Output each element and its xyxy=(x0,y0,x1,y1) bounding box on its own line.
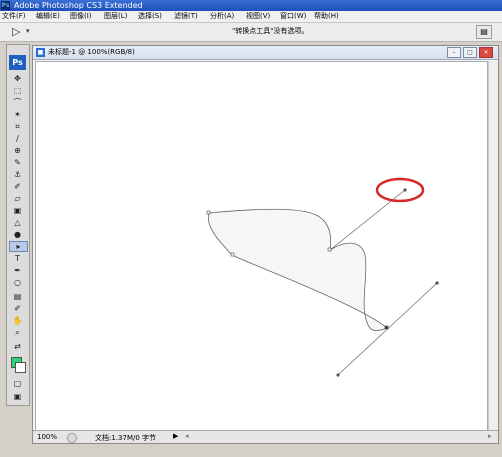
direction-handle[interactable] xyxy=(403,188,407,192)
direction-handle[interactable] xyxy=(435,281,439,285)
canvas-drawing xyxy=(206,177,439,377)
anchor-point-selected[interactable] xyxy=(384,325,389,330)
anchor-point[interactable] xyxy=(327,247,332,252)
anchor-point[interactable] xyxy=(206,210,211,215)
direction-line-upper xyxy=(329,189,406,251)
annotation-red-ellipse xyxy=(375,177,425,203)
selected-path-shape[interactable] xyxy=(207,208,388,332)
direction-handle[interactable] xyxy=(336,373,340,377)
anchor-point[interactable] xyxy=(230,252,235,257)
